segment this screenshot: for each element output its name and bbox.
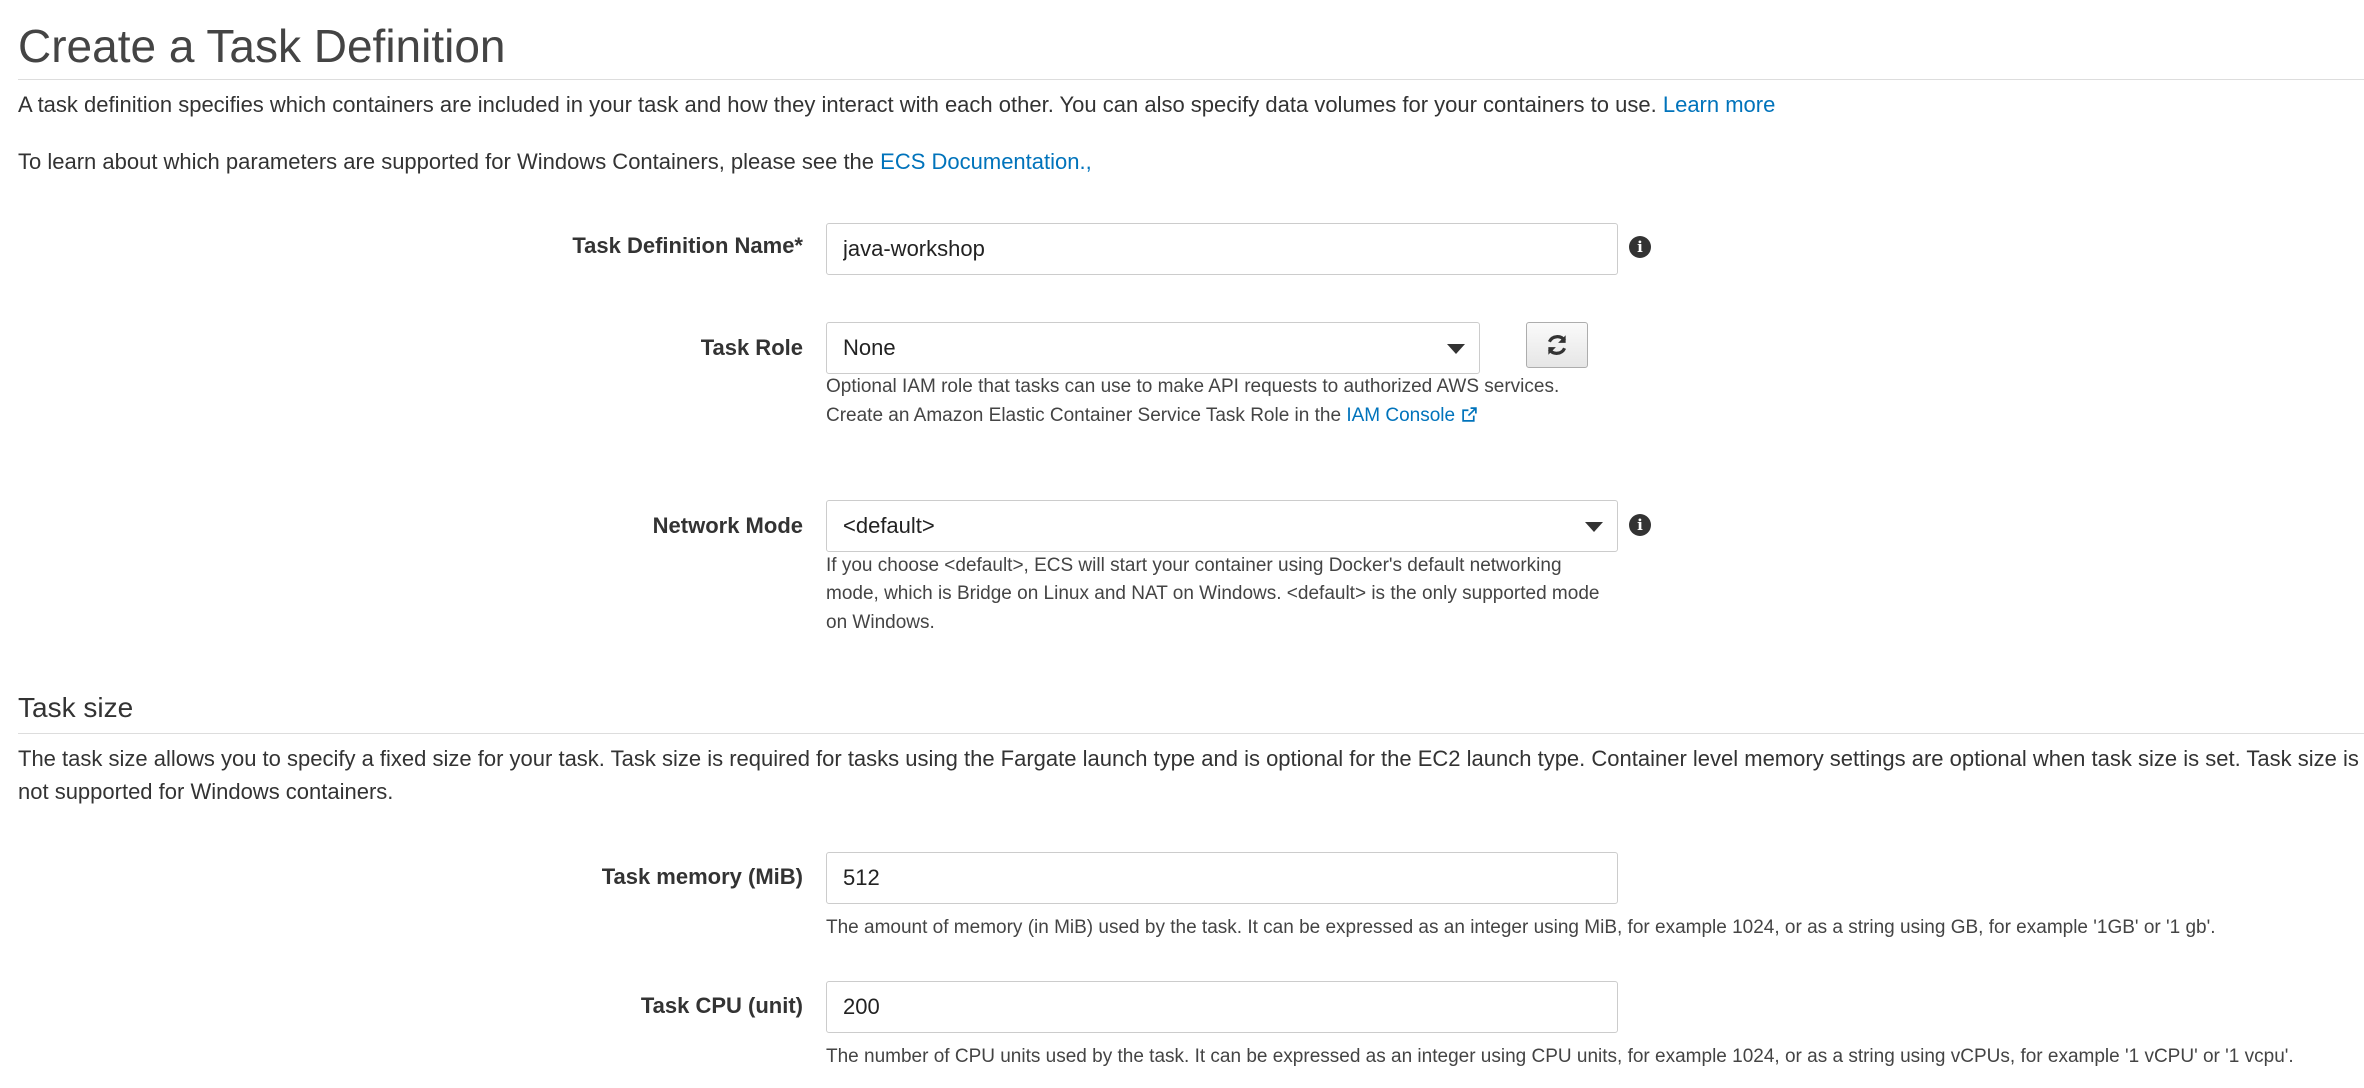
task-size-description: The task size allows you to specify a fi… [18,746,2359,804]
external-link-icon [1462,407,1477,422]
refresh-task-role-button[interactable] [1526,322,1588,368]
refresh-icon [1547,335,1567,355]
page-title: Create a Task Definition [18,20,506,72]
task-role-help-line-1: Optional IAM role that tasks can use to … [826,376,1560,397]
learn-more-link[interactable]: Learn more [1663,92,1776,117]
network-mode-selected-value: <default> [843,513,935,538]
network-mode-help-line-3: on Windows. [826,612,935,633]
task-size-heading: Task size [18,692,134,723]
network-mode-select[interactable]: <default> [826,500,1618,552]
chevron-down-icon [1585,522,1603,532]
task-memory-help: The amount of memory (in MiB) used by th… [826,917,2216,938]
task-role-selected-value: None [843,335,896,360]
task-cpu-label: Task CPU (unit) [640,993,803,1018]
task-definition-name-input[interactable] [826,223,1618,275]
windows-note-text: To learn about which parameters are supp… [18,149,875,174]
task-cpu-help: The number of CPU units used by the task… [826,1046,2294,1067]
iam-console-link[interactable]: IAM Console [1346,405,1478,426]
network-mode-help-line-2: mode, which is Bridge on Linux and NAT o… [826,583,1600,604]
task-role-help-line-2: Create an Amazon Elastic Container Servi… [826,402,1478,430]
windows-note: To learn about which parameters are supp… [18,147,1092,177]
info-icon[interactable]: i [1629,236,1651,258]
task-cpu-input[interactable] [826,981,1618,1033]
network-mode-help-line-1: If you choose <default>, ECS will start … [826,555,1562,576]
info-icon[interactable]: i [1629,514,1651,536]
intro-text: A task definition specifies which contai… [18,90,1775,120]
task-memory-label: Task memory (MiB) [601,864,803,889]
iam-console-link-label: IAM Console [1346,405,1456,426]
task-size-divider [18,733,2364,734]
create-task-definition-page: Create a Task Definition A task definiti… [0,0,2364,1088]
task-role-label: Task Role [700,335,803,360]
task-definition-name-label: Task Definition Name* [572,233,803,258]
intro-description: A task definition specifies which contai… [18,92,1657,117]
task-role-help-text: Create an Amazon Elastic Container Servi… [826,405,1342,426]
task-role-select[interactable]: None [826,322,1480,374]
title-divider [18,79,2364,80]
task-memory-input[interactable] [826,852,1618,904]
chevron-down-icon [1447,344,1465,354]
network-mode-label: Network Mode [652,513,803,538]
ecs-documentation-link[interactable]: ECS Documentation., [880,149,1092,174]
